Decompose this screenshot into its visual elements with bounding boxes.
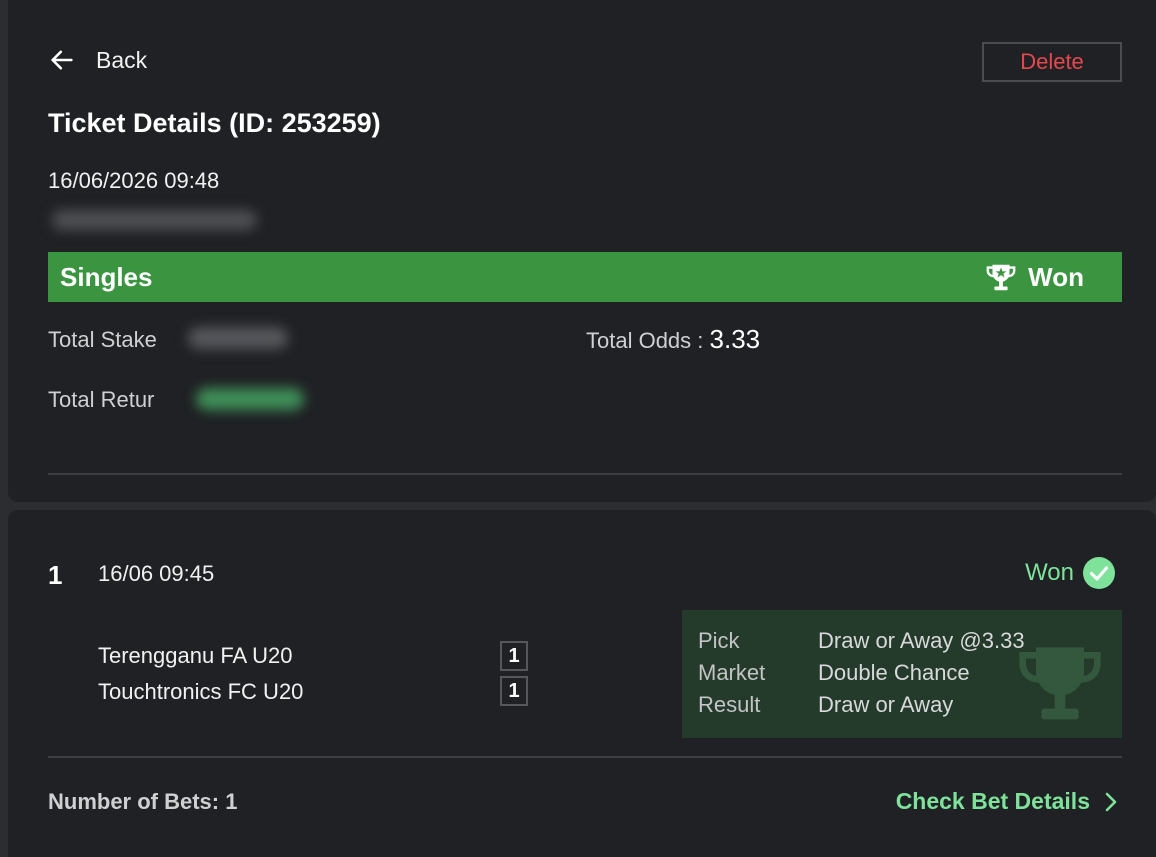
leg-time: 16/06 09:45 xyxy=(98,561,215,586)
bet-type-bar: Singles Won xyxy=(48,252,1122,302)
leg-status-label: Won xyxy=(1025,559,1074,586)
bet-status: Won xyxy=(984,260,1084,294)
home-team: Terengganu FA U20 xyxy=(98,643,293,668)
check-bet-details-link[interactable]: Check Bet Details xyxy=(896,788,1120,815)
market-row: Market Double Chance xyxy=(698,660,970,686)
total-odds-value: 3.33 xyxy=(709,324,761,354)
check-bet-details-label: Check Bet Details xyxy=(895,788,1090,814)
delete-button[interactable]: Delete xyxy=(982,42,1122,82)
leg-status: Won xyxy=(1025,556,1116,590)
away-team: Touchtronics FC U20 xyxy=(98,679,304,704)
ticket-summary-card: Back Delete Ticket Details (ID: 253259) … xyxy=(8,0,1156,502)
trophy-watermark-icon xyxy=(1019,647,1101,720)
bet-status-label: Won xyxy=(1028,261,1084,292)
result-value: Draw or Away xyxy=(818,692,954,717)
total-odds: Total Odds : 3.33 xyxy=(586,324,760,355)
home-score: 1 xyxy=(500,641,528,671)
bet-type-label: Singles xyxy=(60,261,153,292)
bet-leg-card: 1 16/06 09:45 Won Terengganu FA U20 1 To… xyxy=(8,510,1156,857)
away-score: 1 xyxy=(500,676,528,706)
page-title: Ticket Details (ID: 253259) xyxy=(48,108,381,138)
pick-label: Pick xyxy=(698,628,740,653)
check-circle-icon xyxy=(1083,557,1115,589)
pick-value: Draw or Away @3.33 xyxy=(818,628,1025,653)
divider xyxy=(48,756,1122,758)
total-return-label: Total Retur xyxy=(48,387,155,412)
back-button[interactable]: Back xyxy=(48,46,147,74)
total-odds-label: Total Odds : xyxy=(586,328,704,353)
market-label: Market xyxy=(698,660,766,685)
total-return-value-redacted xyxy=(196,388,304,410)
total-stake-label: Total Stake xyxy=(48,327,157,352)
divider xyxy=(48,473,1122,475)
number-of-bets: Number of Bets: 1 xyxy=(48,789,238,814)
arrow-left-icon xyxy=(51,50,73,70)
back-label: Back xyxy=(96,46,148,73)
ticket-datetime: 16/06/2026 09:48 xyxy=(48,168,220,193)
redacted-info xyxy=(52,210,257,230)
pick-row: Pick Draw or Away @3.33 xyxy=(698,628,1025,654)
trophy-icon xyxy=(986,264,1016,291)
market-value: Double Chance xyxy=(818,660,970,685)
total-stake-value-redacted xyxy=(188,327,288,349)
leg-index: 1 xyxy=(48,560,63,590)
pick-details: Pick Draw or Away @3.33 Market Double Ch… xyxy=(682,610,1122,738)
result-row: Result Draw or Away xyxy=(698,692,953,718)
chevron-right-icon xyxy=(1105,792,1117,811)
result-label: Result xyxy=(698,692,761,717)
